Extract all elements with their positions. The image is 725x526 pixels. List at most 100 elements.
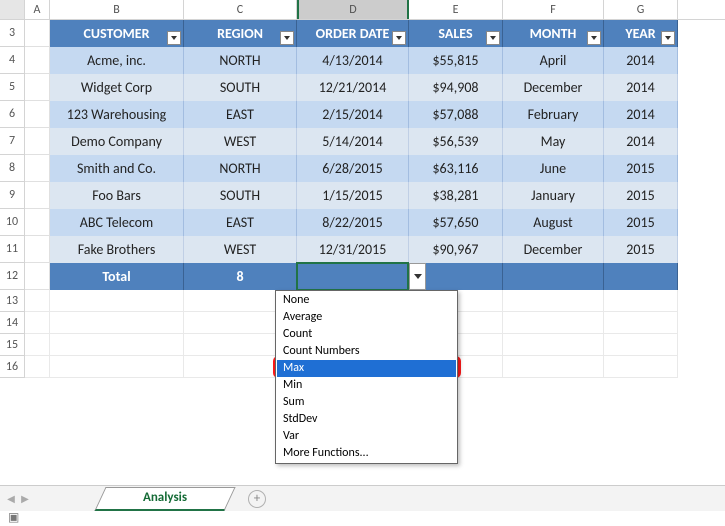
cell-month[interactable]: December (503, 236, 604, 263)
cell[interactable] (25, 356, 50, 378)
col-header-F[interactable]: F (503, 0, 604, 19)
cell[interactable] (25, 74, 50, 101)
cell-year[interactable]: 2014 (604, 101, 678, 128)
cell[interactable] (50, 290, 184, 312)
filter-button-region[interactable] (280, 31, 294, 45)
cell-region[interactable]: EAST (184, 101, 297, 128)
row-header-8[interactable]: 8 (0, 155, 25, 182)
cell[interactable] (25, 209, 50, 236)
cell-region[interactable]: WEST (184, 236, 297, 263)
cell[interactable] (25, 334, 50, 356)
dropdown-item-count-numbers[interactable]: Count Numbers (277, 343, 456, 360)
dropdown-item-var[interactable]: Var (277, 428, 456, 445)
cell-customer[interactable]: Foo Bars (50, 182, 184, 209)
cell-customer[interactable]: Demo Company (50, 128, 184, 155)
row-header-16[interactable]: 16 (0, 356, 25, 378)
cell[interactable] (25, 101, 50, 128)
row-header-3[interactable]: 3 (0, 20, 25, 47)
tab-nav-next-icon[interactable]: ▶ (18, 492, 32, 506)
col-header-E[interactable]: E (409, 0, 503, 19)
dropdown-item-stddev[interactable]: StdDev (277, 411, 456, 428)
row-header-13[interactable]: 13 (0, 290, 25, 312)
cell-sales[interactable]: $63,116 (409, 155, 503, 182)
cell[interactable] (25, 128, 50, 155)
cell-sales[interactable]: $56,539 (409, 128, 503, 155)
cell[interactable] (25, 155, 50, 182)
col-header-G[interactable]: G (604, 0, 678, 19)
row-header-9[interactable]: 9 (0, 182, 25, 209)
dropdown-item-max[interactable]: Max (277, 360, 456, 377)
filter-button-order-date[interactable] (392, 31, 406, 45)
filter-button-sales[interactable] (486, 31, 500, 45)
row-header-11[interactable]: 11 (0, 236, 25, 263)
col-header-B[interactable]: B (50, 0, 184, 19)
header-region[interactable]: REGION (184, 20, 297, 47)
cell-region[interactable]: NORTH (184, 155, 297, 182)
cell[interactable] (503, 356, 604, 378)
cell-sales[interactable]: $55,815 (409, 47, 503, 74)
cell[interactable] (25, 182, 50, 209)
dropdown-item-min[interactable]: Min (277, 377, 456, 394)
cell[interactable] (50, 334, 184, 356)
header-customer[interactable]: CUSTOMER (50, 20, 184, 47)
row-header-12[interactable]: 12 (0, 263, 25, 290)
col-header-C[interactable]: C (184, 0, 297, 19)
dropdown-item-sum[interactable]: Sum (277, 394, 456, 411)
record-macro-icon[interactable]: ▣ (8, 510, 19, 525)
cell-year[interactable]: 2015 (604, 236, 678, 263)
cell-customer[interactable]: Smith and Co. (50, 155, 184, 182)
col-header-A[interactable]: A (25, 0, 50, 19)
cell-customer[interactable]: Widget Corp (50, 74, 184, 101)
dropdown-item-more-functions[interactable]: More Functions... (277, 445, 456, 462)
cell[interactable] (503, 312, 604, 334)
cell-A3[interactable] (25, 20, 50, 47)
cell-order-date[interactable]: 6/28/2015 (297, 155, 409, 182)
cell-order-date[interactable]: 8/22/2015 (297, 209, 409, 236)
cell-customer[interactable]: ABC Telecom (50, 209, 184, 236)
filter-button-month[interactable] (587, 31, 601, 45)
tab-nav-prev-icon[interactable]: ◀ (4, 492, 18, 506)
row-header-14[interactable]: 14 (0, 312, 25, 334)
cell-customer[interactable]: Acme, inc. (50, 47, 184, 74)
cell-sales[interactable]: $57,650 (409, 209, 503, 236)
sheet-tab-analysis[interactable]: Analysis (100, 487, 230, 511)
cell[interactable] (25, 47, 50, 74)
dropdown-item-count[interactable]: Count (277, 326, 456, 343)
cell[interactable] (25, 290, 50, 312)
new-sheet-button[interactable]: + (248, 490, 266, 508)
cell-customer[interactable]: Fake Brothers (50, 236, 184, 263)
cell[interactable] (604, 290, 678, 312)
cell[interactable] (25, 312, 50, 334)
cell-sales[interactable]: $90,967 (409, 236, 503, 263)
cell[interactable] (503, 290, 604, 312)
header-order-date[interactable]: ORDER DATE (297, 20, 409, 47)
header-year[interactable]: YEAR (604, 20, 678, 47)
cell-year[interactable]: 2014 (604, 47, 678, 74)
cell-month[interactable]: June (503, 155, 604, 182)
cell-region[interactable]: SOUTH (184, 182, 297, 209)
cell-month[interactable]: December (503, 74, 604, 101)
filter-button-year[interactable] (661, 31, 675, 45)
cell-region[interactable]: SOUTH (184, 74, 297, 101)
cell-month[interactable]: May (503, 128, 604, 155)
col-header-D[interactable]: D (297, 0, 409, 19)
select-all-corner[interactable] (0, 0, 25, 19)
cell-year[interactable]: 2015 (604, 182, 678, 209)
cell-order-date[interactable]: 12/31/2015 (297, 236, 409, 263)
cell-year[interactable]: 2015 (604, 209, 678, 236)
cell[interactable] (25, 236, 50, 263)
total-year-cell[interactable] (604, 263, 678, 290)
row-header-6[interactable]: 6 (0, 101, 25, 128)
dropdown-item-average[interactable]: Average (277, 309, 456, 326)
cell-order-date[interactable]: 1/15/2015 (297, 182, 409, 209)
dropdown-item-none[interactable]: None (277, 292, 456, 309)
cell-region[interactable]: EAST (184, 209, 297, 236)
cell-month[interactable]: January (503, 182, 604, 209)
cell-month[interactable]: August (503, 209, 604, 236)
cell[interactable] (604, 312, 678, 334)
cell-sales[interactable]: $38,281 (409, 182, 503, 209)
cell[interactable] (503, 334, 604, 356)
cell[interactable] (604, 334, 678, 356)
total-month-cell[interactable] (503, 263, 604, 290)
cell-year[interactable]: 2014 (604, 128, 678, 155)
